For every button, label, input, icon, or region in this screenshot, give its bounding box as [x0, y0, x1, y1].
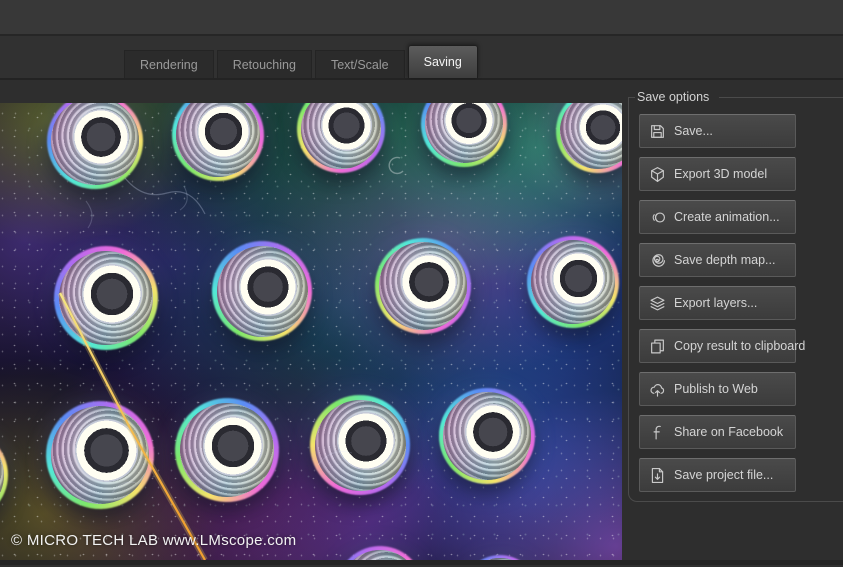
- save-options-group: Save options Save... Export 3D model Creat…: [628, 90, 843, 502]
- animation-icon: [649, 209, 666, 226]
- threaded-post: [310, 395, 410, 495]
- scratch-mark: [86, 186, 187, 228]
- save-options-panel: Save options Save... Export 3D model Creat…: [622, 80, 843, 560]
- save-file-icon: [649, 467, 666, 484]
- tab-retouching[interactable]: Retouching: [217, 50, 312, 78]
- facebook-icon: [649, 424, 666, 441]
- button-label: Create animation...: [674, 210, 780, 224]
- create-animation--button[interactable]: Create animation...: [639, 200, 796, 234]
- share-on-facebook-button[interactable]: Share on Facebook: [639, 415, 796, 449]
- image-viewport[interactable]: © MICRO TECH LAB www.LMscope.com: [0, 103, 622, 560]
- save-project-file--button[interactable]: Save project file...: [639, 458, 796, 492]
- threaded-post: [336, 546, 424, 560]
- app-window: RenderingRetouchingText/ScaleSaving: [0, 0, 843, 567]
- threaded-post: [527, 236, 619, 328]
- title-bar: [0, 0, 843, 36]
- copy-icon: [649, 338, 666, 355]
- scratch-mark: [125, 178, 205, 214]
- threaded-post: [172, 103, 264, 181]
- save-depth-map--button[interactable]: Save depth map...: [639, 243, 796, 277]
- threaded-post: [556, 103, 622, 173]
- tab-saving[interactable]: Saving: [408, 45, 478, 78]
- threaded-post: [421, 103, 507, 167]
- layers-icon: [649, 295, 666, 312]
- button-label: Save...: [674, 124, 713, 138]
- copy-result-to-clipboard-button[interactable]: Copy result to clipboard: [639, 329, 796, 363]
- button-label: Save depth map...: [674, 253, 775, 267]
- tab-bar: RenderingRetouchingText/ScaleSaving: [0, 36, 843, 80]
- threaded-post: [46, 401, 154, 509]
- export-3d-model-button[interactable]: Export 3D model: [639, 157, 796, 191]
- save-options-label: Save options: [635, 90, 719, 104]
- tab-text-scale[interactable]: Text/Scale: [315, 50, 405, 78]
- depth-map-icon: [649, 252, 666, 269]
- button-label: Save project file...: [674, 468, 773, 482]
- threaded-post: [47, 103, 143, 189]
- button-label: Copy result to clipboard: [674, 339, 805, 353]
- button-label: Export layers...: [674, 296, 757, 310]
- copyright-watermark: © MICRO TECH LAB www.LMscope.com: [11, 532, 296, 549]
- button-label: Share on Facebook: [674, 425, 783, 439]
- threaded-post: [0, 429, 8, 521]
- export-layers--button[interactable]: Export layers...: [639, 286, 796, 320]
- threaded-post: [375, 238, 471, 334]
- publish-to-web-button[interactable]: Publish to Web: [639, 372, 796, 406]
- button-label: Export 3D model: [674, 167, 767, 181]
- bottom-edge-strip: [0, 560, 843, 565]
- scratch-mark: [389, 157, 403, 173]
- publish-web-icon: [649, 381, 666, 398]
- tab-rendering[interactable]: Rendering: [124, 50, 214, 78]
- threaded-post: [439, 388, 535, 484]
- content-area: © MICRO TECH LAB www.LMscope.com Save op…: [0, 80, 843, 565]
- cube-3d-icon: [649, 166, 666, 183]
- save-icon: [649, 123, 666, 140]
- threaded-post: [212, 241, 312, 341]
- threaded-post: [297, 103, 385, 173]
- threaded-post: [54, 246, 158, 350]
- threaded-post: [175, 398, 279, 502]
- save--button[interactable]: Save...: [639, 114, 796, 148]
- button-label: Publish to Web: [674, 382, 758, 396]
